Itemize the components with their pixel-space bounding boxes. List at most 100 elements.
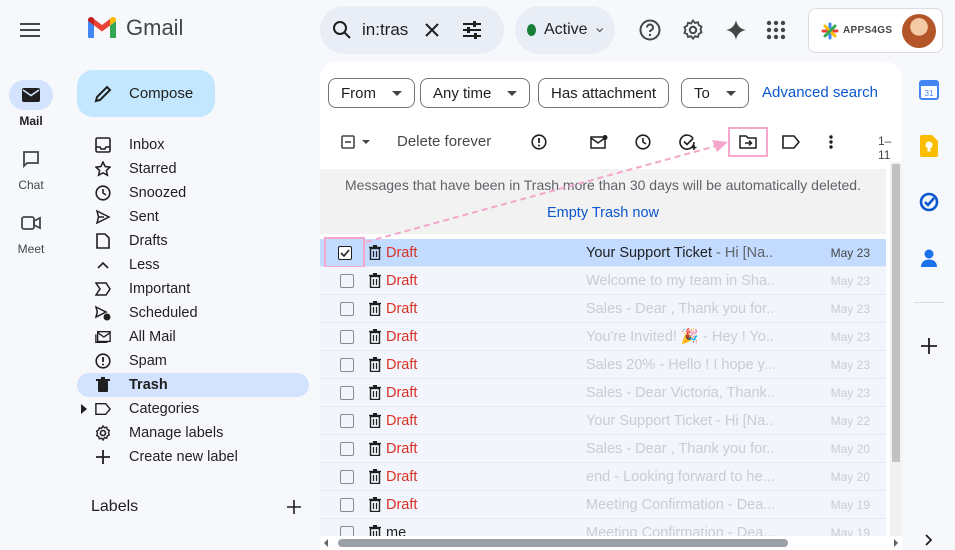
row-checkbox[interactable] (340, 413, 354, 428)
horizontal-scrollbar[interactable] (320, 536, 902, 550)
avatar[interactable] (902, 13, 936, 48)
nav-inbox[interactable]: Inbox (77, 133, 309, 157)
row-checkbox[interactable] (340, 469, 354, 484)
gmail-m-icon (88, 17, 116, 38)
plus-icon[interactable] (287, 500, 301, 514)
main-menu-button[interactable] (14, 14, 46, 46)
row-checkbox[interactable] (340, 497, 354, 512)
trash-icon (369, 469, 381, 484)
email-row[interactable]: Draft end - Looking forward to he... May… (320, 463, 886, 491)
filter-any-time[interactable]: Any time (420, 78, 531, 108)
move-to-folder-icon (739, 135, 757, 149)
email-row[interactable]: Draft Sales - Dear , Thank you for... Ma… (320, 295, 886, 323)
rail-mail[interactable]: Mail (6, 80, 56, 128)
email-subject-line: Sales - Dear , Thank you for... (586, 441, 774, 457)
more-vert-icon (829, 135, 833, 149)
mail-icon (22, 88, 40, 102)
email-subject: Sales (586, 300, 623, 317)
email-row[interactable]: Draft Welcome to my team in Sha... May 2… (320, 267, 886, 295)
email-row[interactable]: Draft Sales - Dear Victoria, Thank... Ma… (320, 379, 886, 407)
nav-starred[interactable]: Starred (77, 157, 309, 181)
account-button[interactable]: APPS4GS (808, 8, 943, 53)
support-button[interactable] (636, 16, 664, 44)
row-checkbox[interactable] (340, 273, 354, 288)
send-icon (95, 209, 111, 225)
tune-icon[interactable] (462, 21, 482, 39)
row-checkbox[interactable] (340, 329, 354, 344)
more-options-button[interactable] (819, 130, 843, 154)
email-row[interactable]: Draft Meeting Confirmation - Dea... May … (320, 491, 886, 519)
email-snippet: - Dear , Thank you for... (622, 300, 774, 317)
email-snippet: - Dear Victoria, Thank... (622, 384, 774, 401)
nav-categories[interactable]: Categories (77, 397, 309, 421)
advanced-search-link[interactable]: Advanced search (762, 84, 878, 101)
compose-button[interactable]: Compose (77, 70, 215, 117)
compose-label: Compose (129, 85, 194, 102)
filter-has-attachment[interactable]: Has attachment (538, 78, 670, 108)
keep-app[interactable] (917, 134, 941, 158)
rail-label: Chat (18, 178, 44, 192)
nav-drafts[interactable]: Drafts (77, 229, 309, 253)
nav-trash[interactable]: Trash (77, 373, 309, 397)
tasks-app[interactable] (917, 190, 941, 214)
row-checkbox[interactable] (340, 385, 354, 400)
get-addons-button[interactable] (917, 334, 941, 358)
nav-spam[interactable]: Spam (77, 349, 309, 373)
pencil-icon (94, 85, 112, 102)
chip-label: To (694, 84, 710, 102)
row-checkbox[interactable] (340, 357, 354, 372)
search-input[interactable]: in:tras (362, 20, 414, 40)
email-sender: Draft (386, 384, 418, 401)
filter-to[interactable]: To (681, 78, 749, 108)
email-sender: Draft (386, 440, 418, 457)
email-sender: Draft (386, 272, 418, 289)
gear-icon (683, 19, 703, 41)
labels-button[interactable] (779, 130, 803, 154)
rail-chat[interactable]: Chat (6, 144, 56, 192)
email-snippet: - Dea... (723, 496, 774, 513)
org-logo-icon (821, 22, 839, 39)
status-selector[interactable]: Active (515, 6, 615, 54)
trash-icon (369, 413, 381, 428)
vertical-scrollbar[interactable] (890, 162, 902, 550)
email-sender: Draft (386, 496, 418, 513)
nav-all-mail[interactable]: All Mail (77, 325, 309, 349)
email-sender: Draft (386, 328, 418, 345)
email-row[interactable]: Draft You're Invited! 🎉 - Hey ! Yo... Ma… (320, 323, 886, 351)
nav-label: Important (129, 281, 191, 297)
nav-important[interactable]: Important (77, 277, 309, 301)
email-subject-line: end - Looking forward to he... (586, 469, 774, 485)
row-checkbox[interactable] (340, 301, 354, 316)
gmail-logo[interactable]: Gmail (86, 15, 183, 41)
email-row[interactable]: Draft Sales 20% - Hello ! I hope y... Ma… (320, 351, 886, 379)
email-row[interactable]: Draft Your Support Ticket - Hi [Na... Ma… (320, 407, 886, 435)
caret-down-icon (725, 90, 736, 96)
nav-create-label[interactable]: Create new label (77, 445, 309, 469)
caret-right-icon[interactable] (81, 404, 87, 414)
apps-button[interactable] (762, 16, 790, 44)
email-subject-line: Your Support Ticket - Hi [Na... (586, 413, 774, 429)
nav-manage-labels[interactable]: Manage labels (77, 421, 309, 445)
email-row[interactable]: Draft Sales - Dear , Thank you for... Ma… (320, 435, 886, 463)
show-side-panel-button[interactable] (917, 528, 941, 550)
labels-section: Labels (91, 498, 301, 516)
filter-from[interactable]: From (328, 78, 415, 108)
settings-button[interactable] (679, 16, 707, 44)
nav-scheduled[interactable]: Scheduled (77, 301, 309, 325)
rail-meet[interactable]: Meet (6, 208, 56, 256)
close-icon[interactable] (424, 22, 440, 38)
email-date: May 23 (830, 385, 870, 400)
row-checkbox[interactable] (340, 441, 354, 456)
nav-less[interactable]: Less (77, 253, 309, 277)
email-subject: Welcome to my team in Sha... (586, 272, 774, 289)
search-bar[interactable]: in:tras (320, 6, 504, 54)
email-list: Draft Your Support Ticket - Hi [Na... Ma… (320, 237, 886, 547)
gemini-button[interactable] (722, 16, 750, 44)
email-snippet: - Hello ! I hope y... (655, 356, 774, 373)
chip-label: From (341, 84, 376, 102)
calendar-app[interactable]: 31 (917, 78, 941, 102)
nav-snoozed[interactable]: Snoozed (77, 181, 309, 205)
plus-icon (96, 450, 110, 464)
contacts-app[interactable] (917, 246, 941, 270)
nav-sent[interactable]: Sent (77, 205, 309, 229)
